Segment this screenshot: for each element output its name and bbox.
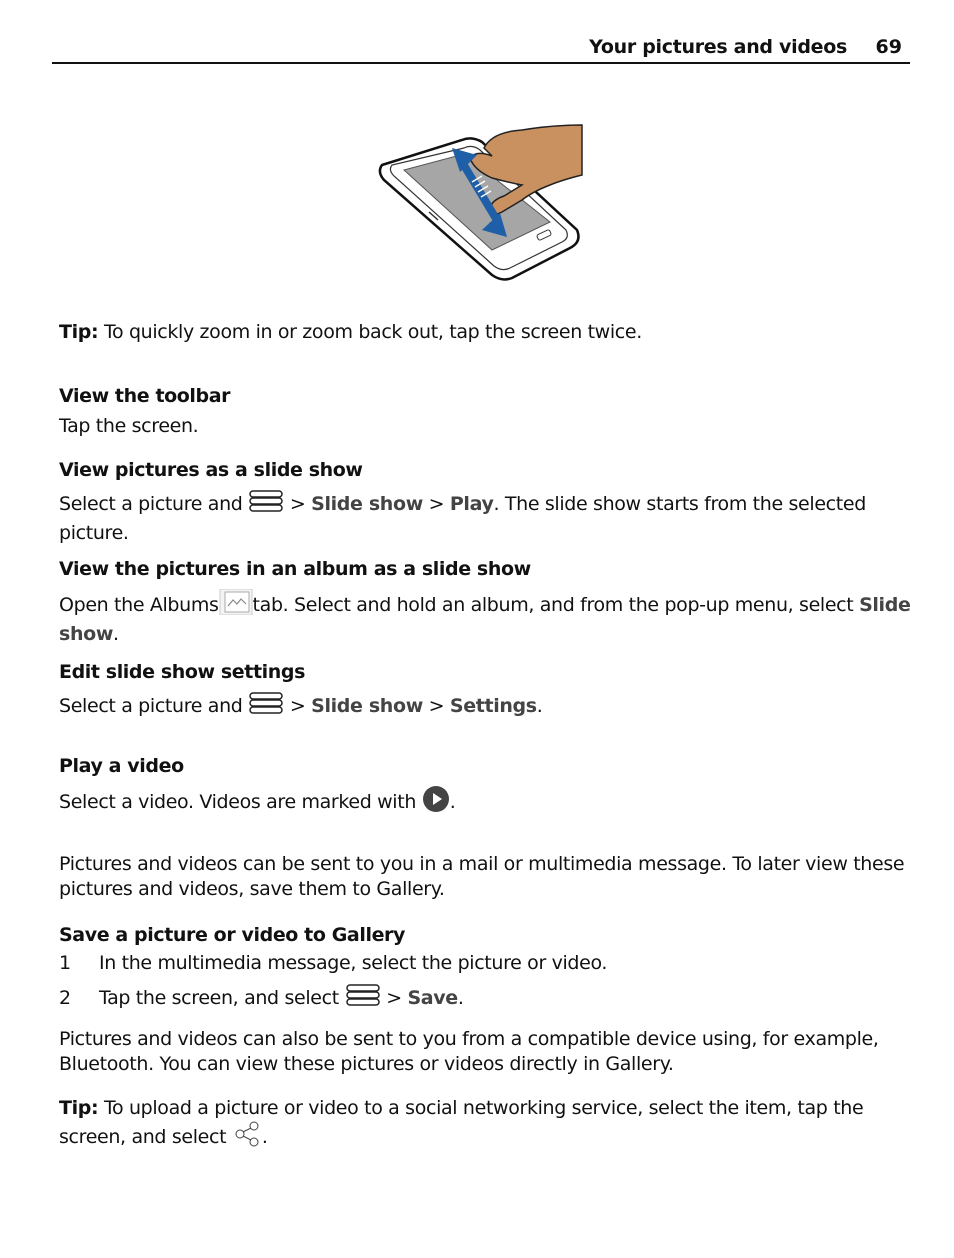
step-text: In the multimedia message, select the pi…	[99, 952, 608, 974]
step-number: 1	[59, 952, 71, 974]
text: >	[284, 493, 312, 515]
text: .	[449, 791, 456, 813]
tip-label: Tip:	[59, 321, 99, 343]
paragraph-bluetooth: Pictures and videos can also be sent to …	[59, 1028, 879, 1075]
section-heading: Play a video	[59, 755, 184, 777]
text: Select a picture and	[59, 493, 249, 515]
step-2: 2 Tap the screen, and select > Save.	[59, 982, 919, 1015]
menu-item-play: Play	[449, 493, 494, 515]
section-heading: Save a picture or video to Gallery	[59, 924, 406, 946]
menu-item-slide-show: Slide show	[311, 493, 423, 515]
section-heading: View pictures as a slide show	[59, 459, 363, 481]
section-heading: Edit slide show settings	[59, 661, 305, 683]
text: .	[457, 987, 464, 1009]
share-icon	[232, 1121, 262, 1154]
options-menu-icon	[248, 488, 284, 521]
text: >	[284, 695, 312, 717]
section-heading: View the pictures in an album as a slide…	[59, 558, 531, 580]
page-number: 69	[875, 36, 902, 58]
pinch-zoom-illustration	[378, 124, 583, 281]
text: >	[422, 493, 450, 515]
albums-tab-icon	[219, 588, 253, 622]
tip-text: To upload a picture or video to a social…	[59, 1097, 864, 1148]
page-header: Your pictures and videos 69	[52, 36, 910, 64]
tip-text: To quickly zoom in or zoom back out, tap…	[98, 321, 642, 343]
section-body: Select a video. Videos are marked with .	[59, 785, 919, 820]
paragraph-intro: Pictures and videos can be sent to you i…	[59, 853, 905, 900]
text: .	[261, 1126, 268, 1148]
section-body: Tap the screen.	[59, 415, 199, 437]
header-title: Your pictures and videos	[589, 36, 847, 58]
text: >	[422, 695, 450, 717]
text: Open the Albums	[59, 594, 219, 616]
options-menu-icon	[345, 982, 381, 1015]
section-body: Open the Albums tab. Select and hold an a…	[59, 588, 919, 647]
video-play-icon	[422, 785, 450, 820]
text: >	[380, 987, 408, 1009]
section-heading: View the toolbar	[59, 385, 231, 407]
step-number: 2	[59, 987, 71, 1009]
section-body: Select a picture and > Slide show > Play…	[59, 488, 919, 546]
options-menu-icon	[248, 690, 284, 723]
tip-label: Tip:	[59, 1097, 99, 1119]
menu-item-settings: Settings	[449, 695, 537, 717]
text: Select a picture and	[59, 695, 249, 717]
text: .	[113, 623, 119, 645]
tip-zoom: Tip: To quickly zoom in or zoom back out…	[59, 320, 919, 345]
text: tab. Select and hold an album, and from …	[252, 594, 860, 616]
menu-item-save: Save	[407, 987, 458, 1009]
menu-item-slide-show: Slide show	[311, 695, 423, 717]
text: .	[536, 695, 543, 717]
step-1: 1 In the multimedia message, select the p…	[59, 951, 919, 976]
tip-upload: Tip: To upload a picture or video to a s…	[59, 1096, 919, 1154]
step-text: Tap the screen, and select	[99, 987, 345, 1009]
text: Select a video. Videos are marked with	[59, 791, 422, 813]
section-body: Select a picture and > Slide show > Sett…	[59, 690, 919, 723]
